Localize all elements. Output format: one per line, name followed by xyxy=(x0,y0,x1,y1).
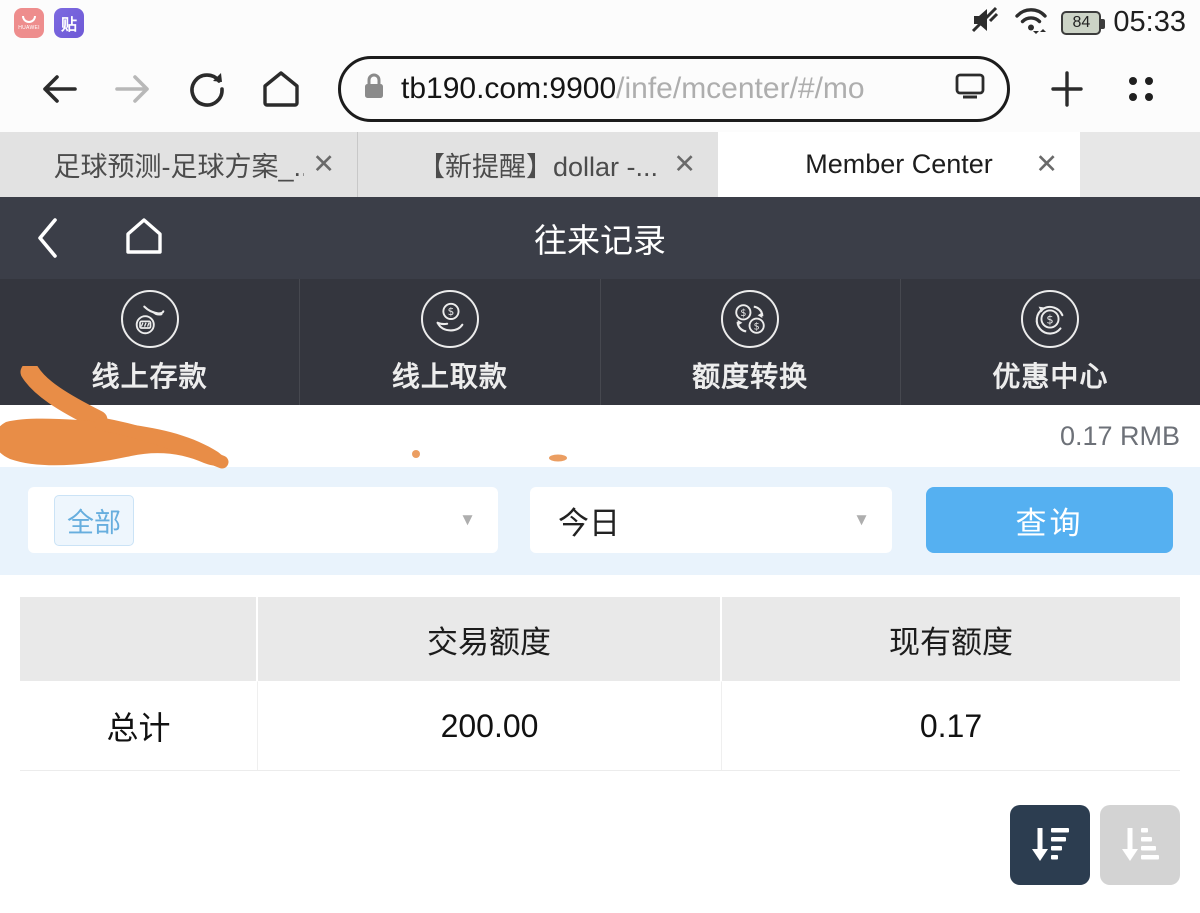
status-app-icons: HUAWEI 贴 xyxy=(14,8,84,38)
promo-coin-cycle-icon: $ xyxy=(1021,290,1079,348)
chevron-down-icon: ▼ xyxy=(459,510,476,530)
nav-label: 额度转换 xyxy=(692,355,808,395)
smile-glyph xyxy=(22,16,36,23)
home-button[interactable] xyxy=(248,56,314,122)
status-indicators: 84 05:33 xyxy=(969,4,1186,41)
header-cell-current-amount: 现有额度 xyxy=(722,597,1180,681)
nav-online-deposit[interactable]: 线上存款 xyxy=(0,279,299,405)
table-header-row: 交易额度 现有额度 xyxy=(20,597,1180,681)
transfer-coins-icon: $$ xyxy=(721,290,779,348)
screen: HUAWEI 贴 84 05:33 xyxy=(0,0,1200,913)
header-cell-empty xyxy=(20,597,258,681)
svg-text:$: $ xyxy=(447,306,454,318)
nav-quota-transfer[interactable]: $$ 额度转换 xyxy=(600,279,900,405)
status-bar: HUAWEI 贴 84 05:33 xyxy=(0,0,1200,45)
huawei-app-icon: HUAWEI xyxy=(14,8,44,38)
mute-icon xyxy=(969,4,1001,41)
row-label-total: 总计 xyxy=(20,681,258,770)
battery-nub xyxy=(1101,19,1105,29)
filter-bar: 全部 ▼ 今日 ▼ 查询 xyxy=(0,467,1200,575)
desktop-site-icon[interactable] xyxy=(953,71,987,106)
svg-text:$: $ xyxy=(740,308,746,319)
url-bar[interactable]: tb190.com:9900/infe/mcenter/#/mo xyxy=(338,56,1010,122)
nav-online-withdraw[interactable]: $ 线上取款 xyxy=(299,279,599,405)
close-icon[interactable]: ✕ xyxy=(312,151,335,178)
svg-text:$: $ xyxy=(1047,312,1054,326)
table-row: 总计 200.00 0.17 xyxy=(20,681,1180,771)
summary-table: 交易额度 现有额度 总计 200.00 0.17 xyxy=(20,597,1180,771)
tab-label: 足球预测-足球方案_... xyxy=(54,145,304,184)
tieba-app-icon: 贴 xyxy=(54,8,84,38)
row-current-amount: 0.17 xyxy=(722,681,1180,770)
date-select[interactable]: 今日 ▼ xyxy=(530,487,892,553)
nav-label: 线上取款 xyxy=(392,355,508,395)
battery-percent: 84 xyxy=(1073,14,1091,32)
search-button[interactable]: 查询 xyxy=(926,487,1173,553)
quick-nav: 线上存款 $ 线上取款 $$ 额度转换 $ 优惠中心 xyxy=(0,279,1200,405)
wifi-icon xyxy=(1013,4,1049,41)
nav-label: 线上存款 xyxy=(92,355,208,395)
date-selected-value: 今日 xyxy=(558,498,620,543)
withdraw-coin-hand-icon: $ xyxy=(421,290,479,348)
browser-toolbar: tb190.com:9900/infe/mcenter/#/mo xyxy=(0,45,1200,132)
tab-bar-filler xyxy=(1080,132,1200,197)
tab-label: 【新提醒】dollar -... xyxy=(418,145,658,184)
close-icon[interactable]: ✕ xyxy=(673,151,696,178)
close-icon[interactable]: ✕ xyxy=(1035,151,1058,178)
type-selected-tag[interactable]: 全部 xyxy=(54,495,134,546)
tab-new-reminder[interactable]: 【新提醒】dollar -... ✕ xyxy=(358,132,718,197)
sort-buttons xyxy=(1010,805,1180,885)
tab-label: Member Center xyxy=(805,149,993,180)
tab-bar: 足球预测-足球方案_... ✕ 【新提醒】dollar -... ✕ Membe… xyxy=(0,132,1200,197)
deposit-cash-hand-icon xyxy=(121,290,179,348)
sort-ascending-icon xyxy=(1116,821,1164,869)
new-tab-button[interactable] xyxy=(1034,56,1100,122)
page-header: 往来记录 xyxy=(0,197,1200,279)
balance-amount: 0.17 RMB xyxy=(1060,405,1180,467)
url-path: /infe/mcenter/#/mo xyxy=(616,72,864,105)
row-trade-amount: 200.00 xyxy=(258,681,722,770)
url-host: tb190.com:9900 xyxy=(401,72,616,105)
page-title: 往来记录 xyxy=(0,214,1200,262)
menu-button[interactable] xyxy=(1108,56,1174,122)
lock-icon xyxy=(361,71,387,106)
nav-promo-center[interactable]: $ 优惠中心 xyxy=(900,279,1200,405)
huawei-app-label: HUAWEI xyxy=(18,25,40,31)
header-cell-trade-amount: 交易额度 xyxy=(258,597,722,681)
back-button[interactable] xyxy=(26,56,92,122)
nav-label: 优惠中心 xyxy=(992,355,1108,395)
battery-icon: 84 xyxy=(1061,11,1101,35)
sort-ascending-button[interactable] xyxy=(1100,805,1180,885)
refresh-button[interactable] xyxy=(174,56,240,122)
type-select[interactable]: 全部 ▼ xyxy=(28,487,498,553)
status-time: 05:33 xyxy=(1113,6,1186,39)
sort-descending-button[interactable] xyxy=(1010,805,1090,885)
sort-descending-icon xyxy=(1026,821,1074,869)
url-text: tb190.com:9900/infe/mcenter/#/mo xyxy=(401,72,953,106)
chevron-down-icon: ▼ xyxy=(853,510,870,530)
svg-text:$: $ xyxy=(754,321,760,332)
balance-row: 0.17 RMB xyxy=(0,405,1200,467)
tab-member-center[interactable]: Member Center ✕ xyxy=(718,132,1080,197)
forward-button[interactable] xyxy=(100,56,166,122)
tab-football-predict[interactable]: 足球预测-足球方案_... ✕ xyxy=(0,132,358,197)
